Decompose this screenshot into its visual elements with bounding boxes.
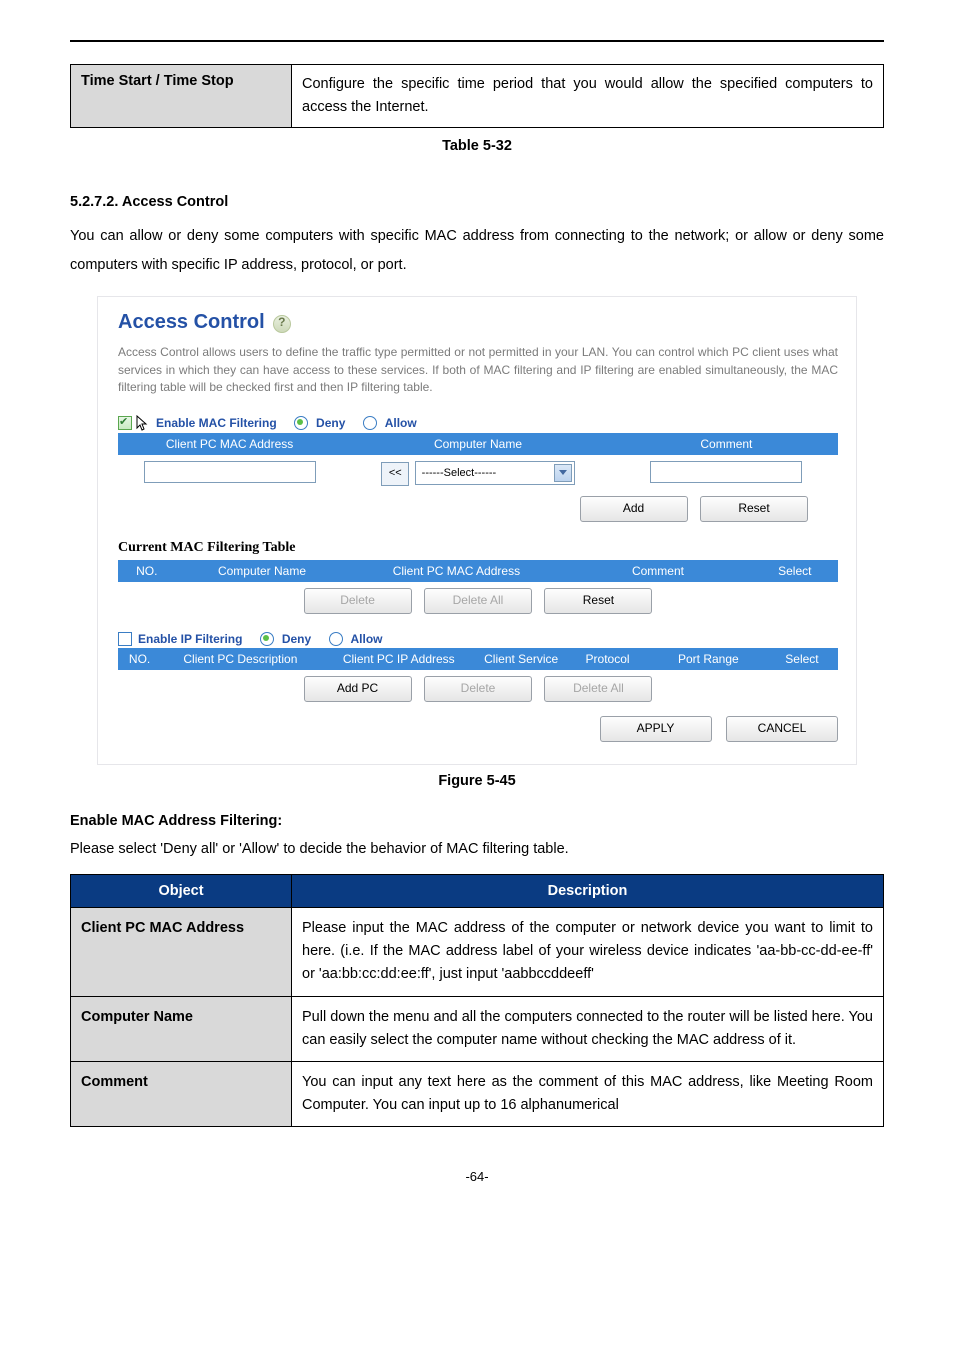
row3-label: Comment [71, 1061, 292, 1126]
copy-left-button[interactable]: << [381, 462, 409, 486]
table-caption: Table 5-32 [70, 138, 884, 154]
mac-allow-radio[interactable] [363, 416, 377, 430]
ip-allow-radio[interactable] [329, 632, 343, 646]
mac-filter-table: NO. Computer Name Client PC MAC Address … [118, 560, 838, 582]
section-body: You can allow or deny some computers wit… [70, 222, 884, 280]
mac-col-address: Client PC MAC Address [118, 433, 341, 455]
reset-button[interactable]: Reset [700, 496, 808, 522]
ip-allow-label: Allow [351, 632, 383, 646]
mac-filtering-para: Please select 'Deny all' or 'Allow' to d… [70, 835, 884, 864]
ip-port: Port Range [651, 648, 766, 670]
mac-col-comment: Comment [615, 433, 838, 455]
ip-delete-button[interactable]: Delete [424, 676, 532, 702]
time-desc: Configure the specific time period that … [292, 65, 884, 128]
mt-address: Client PC MAC Address [348, 560, 564, 582]
mac-col-computer: Computer Name [341, 433, 615, 455]
time-label: Time Start / Time Stop [71, 65, 292, 128]
chevron-down-icon [554, 464, 572, 482]
row1-desc: Please input the MAC address of the comp… [292, 907, 884, 996]
ip-deny-radio[interactable] [260, 632, 274, 646]
ip-deny-label: Deny [282, 632, 311, 646]
page-number: -64- [70, 1169, 884, 1184]
enable-mac-checkbox[interactable] [118, 416, 132, 430]
section-number: 5.2.7.2. Access Control [70, 194, 884, 210]
time-table: Time Start / Time Stop Configure the spe… [70, 64, 884, 128]
mt-select: Select [752, 560, 838, 582]
row1-label: Client PC MAC Address [71, 907, 292, 996]
mac-comment-input[interactable] [650, 461, 802, 483]
mac-filtering-heading: Enable MAC Address Filtering: [70, 813, 884, 829]
ip-select: Select [766, 648, 838, 670]
panel-description: Access Control allows users to define th… [118, 344, 838, 396]
row2-desc: Pull down the menu and all the computers… [292, 996, 884, 1061]
row3-desc: You can input any text here as the comme… [292, 1061, 884, 1126]
figure-caption: Figure 5-45 [70, 773, 884, 789]
mac-delete-all-button[interactable]: Delete All [424, 588, 532, 614]
ip-addr: Client PC IP Address [320, 648, 478, 670]
mt-no: NO. [118, 560, 176, 582]
row2-label: Computer Name [71, 996, 292, 1061]
mt-comment: Comment [564, 560, 751, 582]
mac-input-grid: Client PC MAC Address Computer Name Comm… [118, 433, 838, 492]
mac-reset-button[interactable]: Reset [544, 588, 652, 614]
object-description-table: Object Description Client PC MAC Address… [70, 874, 884, 1127]
ip-filter-table: NO. Client PC Description Client PC IP A… [118, 648, 838, 670]
ip-desc: Client PC Description [161, 648, 319, 670]
mac-deny-label: Deny [316, 416, 345, 430]
mt-name: Computer Name [176, 560, 349, 582]
help-icon[interactable] [273, 315, 291, 333]
mac-delete-button[interactable]: Delete [304, 588, 412, 614]
add-button[interactable]: Add [580, 496, 688, 522]
ip-protocol: Protocol [564, 648, 650, 670]
desc-header: Description [292, 874, 884, 907]
panel-title: Access Control [118, 311, 265, 333]
mac-address-input[interactable] [144, 461, 316, 483]
cancel-button[interactable]: CANCEL [726, 716, 838, 742]
ip-service: Client Service [478, 648, 564, 670]
enable-ip-checkbox[interactable] [118, 632, 132, 646]
access-control-panel: Access Control Access Control allows use… [97, 296, 857, 765]
add-pc-button[interactable]: Add PC [304, 676, 412, 702]
computer-select[interactable]: ------Select------ [415, 461, 575, 485]
obj-header: Object [71, 874, 292, 907]
apply-button[interactable]: APPLY [600, 716, 712, 742]
ip-delete-all-button[interactable]: Delete All [544, 676, 652, 702]
enable-mac-label: Enable MAC Filtering [156, 416, 277, 430]
mac-table-heading: Current MAC Filtering Table [118, 540, 838, 556]
mac-allow-label: Allow [385, 416, 417, 430]
cursor-icon [136, 415, 150, 431]
mac-deny-radio[interactable] [294, 416, 308, 430]
enable-ip-label: Enable IP Filtering [138, 632, 242, 646]
ip-no: NO. [118, 648, 161, 670]
